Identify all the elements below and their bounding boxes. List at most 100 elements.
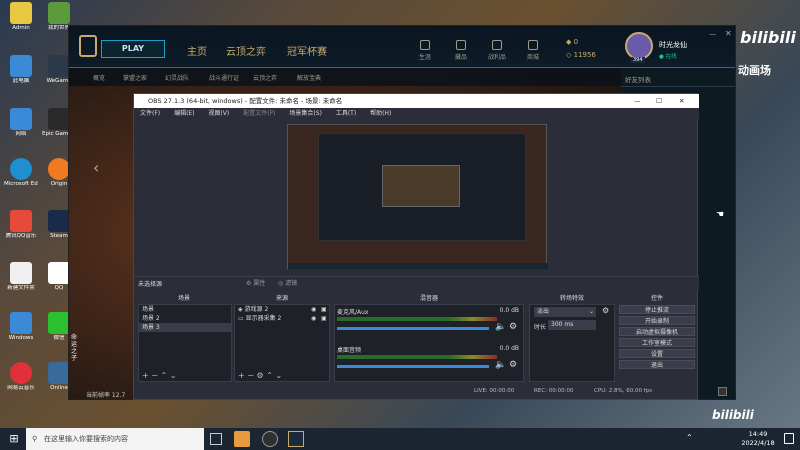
nav-collection[interactable]: 藏品 bbox=[447, 40, 475, 61]
clock[interactable]: 14:49 2022/4/18 bbox=[738, 430, 778, 448]
level-badge: 394 bbox=[631, 57, 645, 63]
exit-button[interactable]: 退出 bbox=[619, 360, 695, 369]
add-icon[interactable]: + bbox=[238, 371, 245, 380]
minimize-icon[interactable]: — bbox=[709, 30, 716, 38]
filters-button[interactable]: ◎ 滤镜 bbox=[278, 278, 297, 287]
volume-slider[interactable] bbox=[337, 365, 489, 368]
edge-icon bbox=[10, 158, 32, 180]
add-icon[interactable]: + bbox=[142, 371, 149, 380]
steam-icon bbox=[48, 210, 70, 232]
speaker-icon[interactable]: 🔈 bbox=[495, 322, 506, 332]
visibility-icon[interactable]: ◉ bbox=[311, 314, 316, 323]
obs-preview-canvas[interactable] bbox=[287, 124, 548, 269]
desktop-icon-network[interactable]: 网络 bbox=[4, 108, 38, 138]
down-icon[interactable]: ⌄ bbox=[275, 371, 282, 380]
desktop-icon-this-pc[interactable]: 此电脑 bbox=[4, 55, 38, 85]
subnav-club[interactable]: 掌盟之家 bbox=[123, 73, 147, 82]
close-icon[interactable]: ✕ bbox=[725, 29, 732, 38]
desktop-icon-netease[interactable]: 网易云音乐 bbox=[4, 362, 38, 392]
player-status: ● 在线 bbox=[659, 54, 677, 60]
scene-item[interactable]: 场景 bbox=[139, 305, 231, 314]
gear-icon[interactable]: ⚙ bbox=[257, 371, 264, 380]
network-icon bbox=[10, 108, 32, 130]
subnav-tft[interactable]: 云顶之弈 bbox=[253, 73, 277, 82]
nav-tft[interactable]: 云顶之弈 bbox=[226, 43, 266, 58]
transition-select[interactable]: 淡出 ⌄ bbox=[534, 307, 596, 317]
stop-streaming-button[interactable]: 停止推流 bbox=[619, 305, 695, 314]
taskbar-app-lol[interactable] bbox=[288, 431, 304, 447]
gear-icon[interactable]: ⚙ bbox=[602, 306, 609, 315]
menu-file[interactable]: 文件(F) bbox=[140, 110, 160, 117]
subnav-pass[interactable]: 战斗通行证 bbox=[209, 73, 239, 82]
status-live: LIVE: 00:00:00 bbox=[474, 388, 515, 394]
nav-clash[interactable]: 冠军杯赛 bbox=[287, 43, 327, 58]
lock-icon[interactable]: ▣ bbox=[321, 305, 327, 314]
volume-slider[interactable] bbox=[337, 327, 489, 330]
nav-profile[interactable]: 生涯 bbox=[411, 40, 439, 61]
carousel-left-arrow[interactable]: ‹ bbox=[93, 158, 99, 177]
track-db: 0.0 dB bbox=[499, 345, 519, 352]
taskbar-app-obs[interactable] bbox=[262, 431, 278, 447]
menu-help[interactable]: 帮助(H) bbox=[370, 110, 391, 117]
nav-store[interactable]: 商城 bbox=[519, 40, 547, 61]
subnav-overview[interactable]: 概览 bbox=[93, 73, 105, 82]
subnav-codex[interactable]: 解放宝典 bbox=[297, 73, 321, 82]
wechat-icon bbox=[48, 312, 70, 334]
desktop-icon-admin[interactable]: Admin bbox=[4, 2, 38, 32]
nav-home[interactable]: 主页 bbox=[187, 43, 207, 58]
menu-profile[interactable]: 配置文件(P) bbox=[243, 110, 275, 117]
start-button[interactable]: ⊞ bbox=[4, 428, 24, 450]
virtual-camera-button[interactable]: 启动虚拟摄像机 bbox=[619, 327, 695, 336]
source-item[interactable]: ▭ 显示器采集 2 ◉ ▣ bbox=[235, 314, 329, 323]
avatar[interactable] bbox=[625, 32, 653, 60]
cursor-icon: ☚ bbox=[716, 210, 725, 220]
menu-tools[interactable]: 工具(T) bbox=[336, 110, 356, 117]
scene-item[interactable]: 场景 2 bbox=[139, 314, 231, 323]
up-icon[interactable]: ⌃ bbox=[161, 371, 168, 380]
menu-edit[interactable]: 编辑(E) bbox=[174, 110, 194, 117]
settings-icon[interactable] bbox=[718, 387, 727, 396]
notification-icon[interactable] bbox=[784, 433, 794, 444]
taskbar-search-input[interactable]: ⚲ 在这里输入你要搜索的内容 bbox=[26, 428, 204, 450]
duration-input[interactable]: 300 ms bbox=[548, 320, 596, 330]
obs-close-icon[interactable]: ✕ bbox=[679, 94, 684, 108]
obs-minimize-icon[interactable]: — bbox=[634, 94, 641, 108]
task-view-icon[interactable] bbox=[210, 433, 222, 445]
play-button[interactable]: PLAY bbox=[101, 40, 165, 58]
tray-chevron-icon[interactable]: ⌃ bbox=[686, 433, 693, 442]
obs-menu-bar: 文件(F) 编辑(E) 视图(V) 配置文件(P) 场景集合(S) 工具(T) … bbox=[134, 108, 699, 120]
track-db: 0.0 dB bbox=[499, 307, 519, 314]
gear-icon[interactable]: ⚙ bbox=[509, 322, 517, 332]
watermark-top: bilibili bbox=[740, 28, 796, 47]
up-icon[interactable]: ⌃ bbox=[266, 371, 273, 380]
remove-icon[interactable]: − bbox=[247, 371, 254, 380]
taskbar: ⊞ ⚲ 在这里输入你要搜索的内容 ⌃ 14:49 2022/4/18 bbox=[0, 428, 800, 450]
qq-icon bbox=[48, 262, 70, 284]
desktop-icon-qqmusic[interactable]: 腾讯QQ音乐 bbox=[4, 210, 38, 240]
netease-music-icon bbox=[10, 362, 32, 384]
start-recording-button[interactable]: 开始录制 bbox=[619, 316, 695, 325]
gear-icon[interactable]: ⚙ bbox=[509, 360, 517, 370]
subnav-spirit[interactable]: 幻灵战队 bbox=[165, 73, 189, 82]
down-icon[interactable]: ⌄ bbox=[170, 371, 177, 380]
menu-scene-collection[interactable]: 场景集合(S) bbox=[289, 110, 322, 117]
desktop-icon-windows[interactable]: Windows bbox=[4, 312, 38, 342]
desktop-icon-edge[interactable]: Microsoft Edge bbox=[4, 158, 38, 188]
lol-sub-nav: 概览 掌盟之家 幻灵战队 战斗通行证 云顶之弈 解放宝典 bbox=[69, 68, 621, 86]
visibility-icon[interactable]: ◉ bbox=[311, 305, 316, 314]
studio-mode-button[interactable]: 工作室模式 bbox=[619, 338, 695, 347]
source-item[interactable]: ◈ 游戏源 2 ◉ ▣ bbox=[235, 305, 329, 314]
lock-icon[interactable]: ▣ bbox=[321, 314, 327, 323]
properties-button[interactable]: ⚙ 属性 bbox=[246, 278, 265, 287]
menu-view[interactable]: 视图(V) bbox=[208, 110, 229, 117]
obs-maximize-icon[interactable]: ☐ bbox=[656, 94, 662, 108]
speaker-icon[interactable]: 🔈 bbox=[495, 360, 506, 370]
settings-button[interactable]: 设置 bbox=[619, 349, 695, 358]
taskbar-app-wegame[interactable] bbox=[234, 431, 250, 447]
desktop-icon-new-folder[interactable]: 新建文件夹 bbox=[4, 262, 38, 292]
scene-item[interactable]: 场景 3 bbox=[139, 323, 231, 332]
obs-status-bar: LIVE: 00:00:00 REC: 00:00:00 CPU: 2.8%, … bbox=[134, 384, 699, 398]
nav-loot[interactable]: 战利品 bbox=[483, 40, 511, 61]
side-banner-text: 命运之子 bbox=[71, 334, 78, 362]
remove-icon[interactable]: − bbox=[151, 371, 158, 380]
